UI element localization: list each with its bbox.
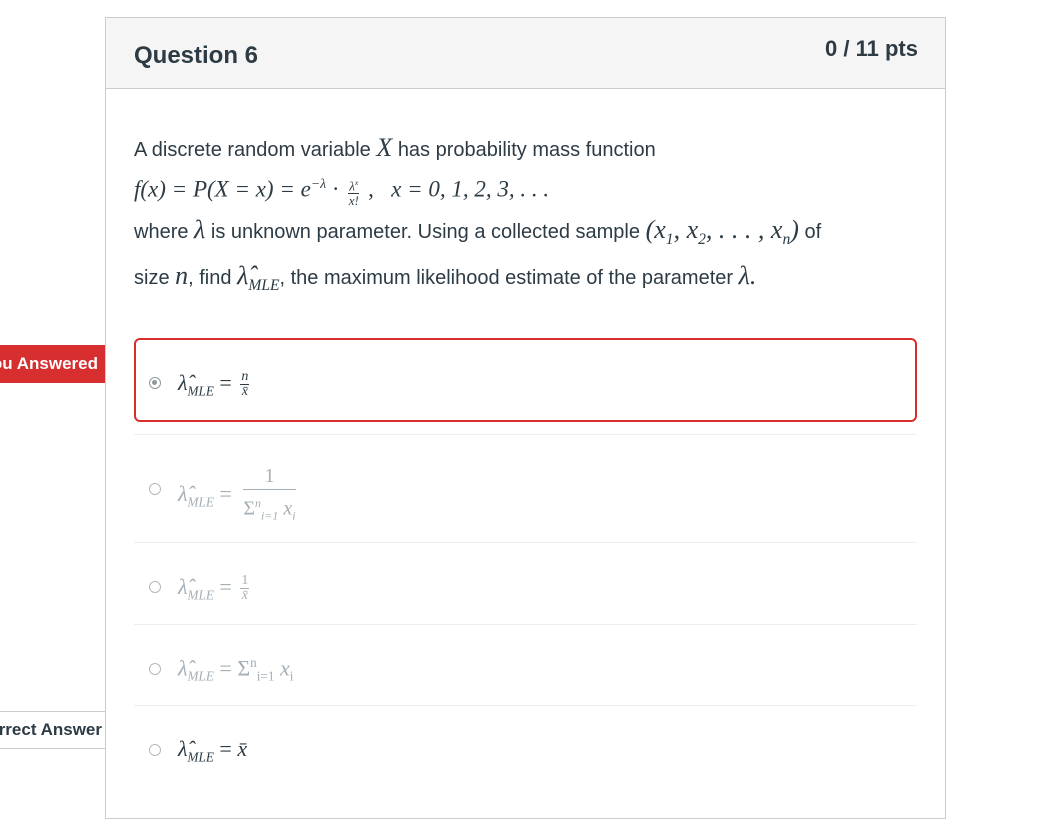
- answer-divider: [134, 705, 917, 706]
- correct-answer-label: Correct Answer: [0, 720, 102, 739]
- question-points: 0 / 11 pts: [825, 36, 918, 61]
- answer-radio-1[interactable]: [149, 377, 161, 389]
- question-text: A discrete random variable X has probabi…: [134, 130, 924, 304]
- question-where: where λ is unknown parameter. Using a co…: [134, 214, 822, 248]
- question-card: Question 6 0 / 11 pts A discrete random …: [105, 17, 946, 819]
- pmf-fraction: λx x!: [348, 178, 360, 208]
- answer-radio-5[interactable]: [149, 744, 161, 756]
- answer-divider: [134, 434, 917, 435]
- answer-radio-2[interactable]: [149, 483, 161, 495]
- question-header: Question 6 0 / 11 pts: [106, 18, 945, 89]
- answer-text-1: λ̂MLE = n x̄: [178, 369, 250, 400]
- answer-divider: [134, 624, 917, 625]
- question-find: size n, find λ̂MLE, the maximum likeliho…: [134, 260, 757, 295]
- answer-text-5: λ̂MLE = x̄: [178, 736, 248, 765]
- pmf-formula: f(x) = P(X = x) = e−λ · λx x! , x = 0, 1…: [134, 176, 550, 208]
- answer-text-2: λ̂MLE = 1 Σni=1 xi: [178, 465, 296, 523]
- answer-text-4: λ̂MLE = Σni=1 xi: [178, 655, 294, 684]
- question-title: Question 6: [134, 42, 259, 69]
- answer-radio-4[interactable]: [149, 663, 161, 675]
- question-intro: A discrete random variable X has probabi…: [134, 133, 656, 162]
- answer-radio-3[interactable]: [149, 581, 161, 593]
- answer-divider: [134, 542, 917, 543]
- answer-text-3: λ̂MLE = 1 x̄: [178, 573, 250, 604]
- you-answered-label: You Answered: [0, 354, 98, 373]
